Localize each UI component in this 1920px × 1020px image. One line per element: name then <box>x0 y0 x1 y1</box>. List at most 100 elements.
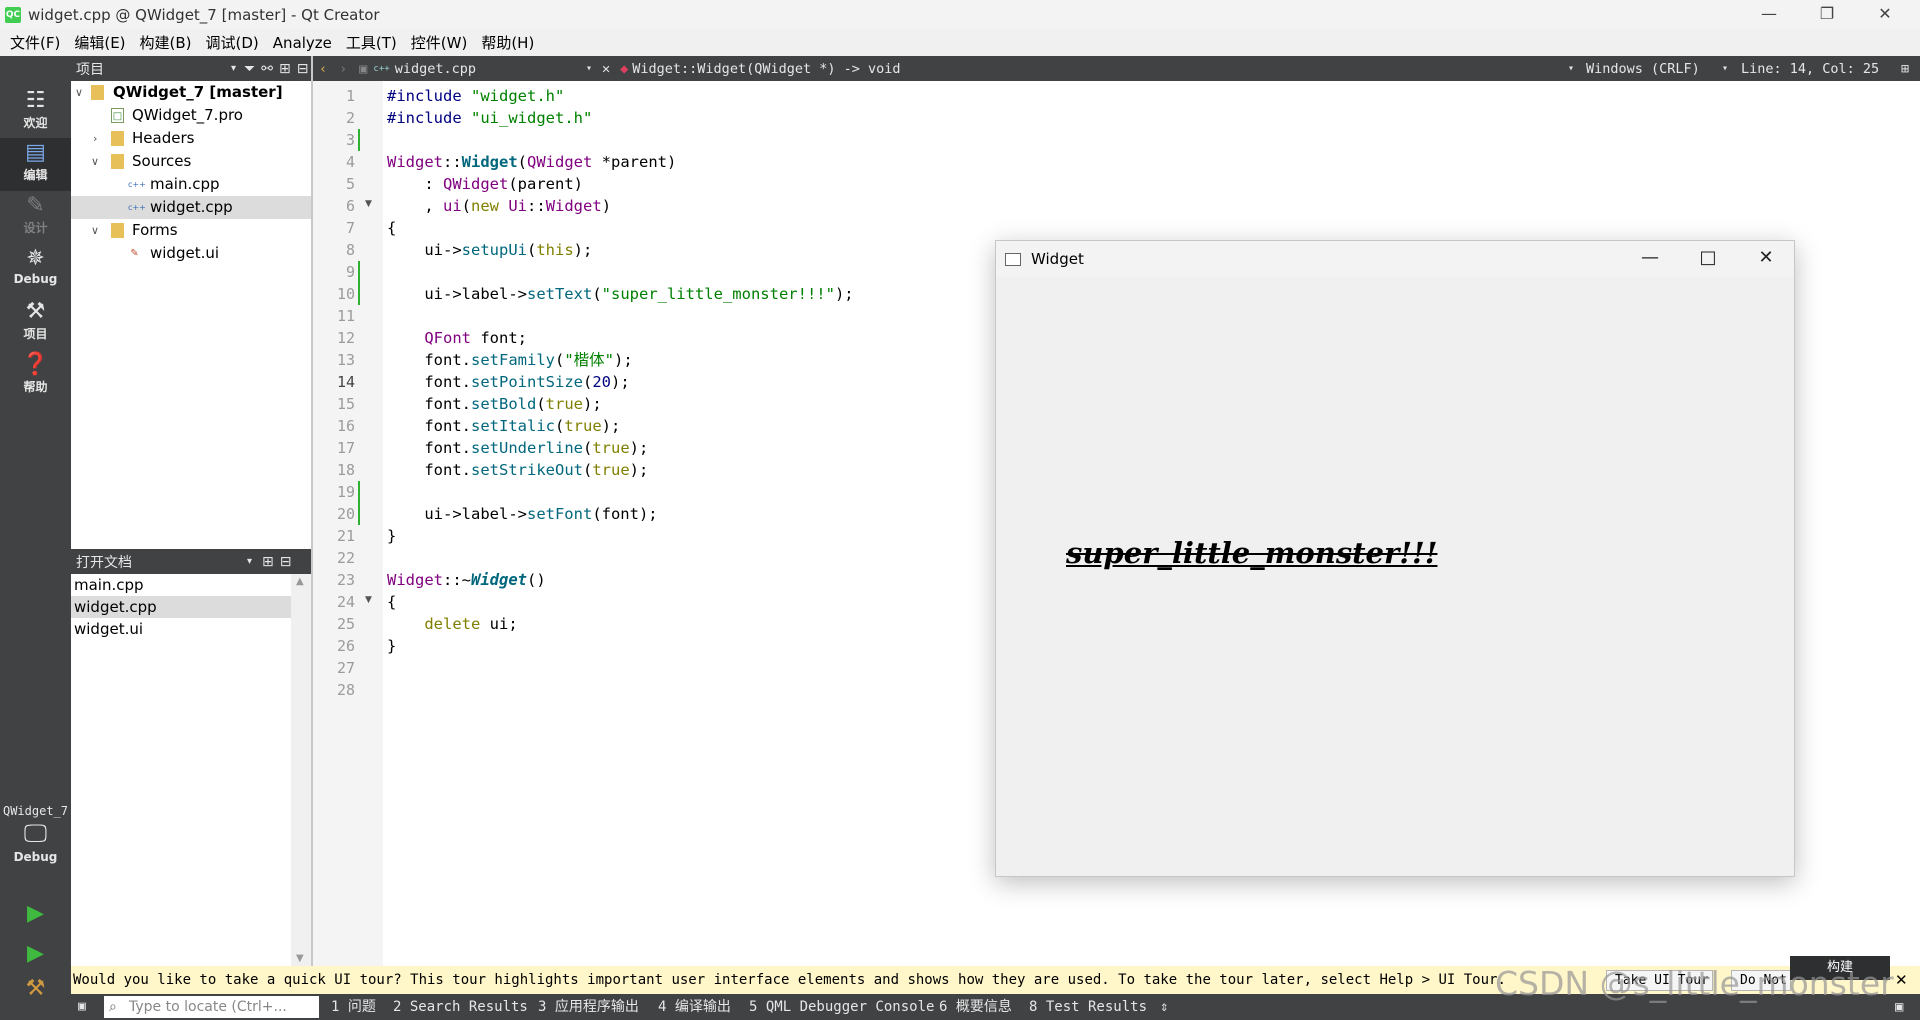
chevron-down-icon[interactable]: ∨ <box>91 219 99 242</box>
open-doc-item[interactable]: widget.ui <box>71 618 291 640</box>
line-number: 20 <box>336 505 355 523</box>
close-file-icon[interactable]: ✕ <box>602 61 610 77</box>
symbol-selector[interactable]: Widget::Widget(QWidget *) -> void <box>632 61 900 77</box>
more-panes-icon[interactable]: ⇕ <box>1160 994 1168 1020</box>
dropdown-icon[interactable]: ▾ <box>586 63 592 74</box>
pane-issues[interactable]: 1 问题 <box>331 994 376 1020</box>
menu-help[interactable]: 帮助(H) <box>474 32 541 53</box>
code-token: *parent) <box>592 153 677 171</box>
close-icon[interactable]: ✕ <box>1856 0 1914 29</box>
menu-edit[interactable]: 编辑(E) <box>67 32 132 53</box>
code-token: setupUi <box>461 241 527 259</box>
mode-help[interactable]: ❓ 帮助 <box>0 350 71 403</box>
close-icon[interactable]: ✕ <box>1737 241 1795 277</box>
tree-item-sources[interactable]: ∨ Sources <box>71 150 311 173</box>
maximize-icon[interactable]: □ <box>1679 241 1737 277</box>
dropdown-icon[interactable]: ▾ <box>247 556 252 567</box>
debug-run-icon[interactable]: ▶ <box>0 941 71 966</box>
back-icon[interactable]: ‹ <box>319 61 327 77</box>
dropdown-icon[interactable]: ▾ <box>231 63 236 74</box>
code-token: true <box>592 439 630 457</box>
tree-item-pro[interactable]: □ QWidget_7.pro <box>71 104 311 127</box>
chevron-down-icon[interactable]: ∨ <box>75 81 83 104</box>
code-line-17: font.setUnderline(true); <box>387 437 648 459</box>
filter-icon[interactable]: ⏷ <box>244 61 255 77</box>
scroll-up-icon[interactable]: ▲ <box>296 576 304 587</box>
dropdown-icon[interactable]: ▾ <box>1568 63 1574 74</box>
changed-line-marker <box>358 129 360 151</box>
toggle-panel-icon[interactable]: ▣ <box>1895 994 1903 1020</box>
monitor-icon: 🖵 <box>23 819 48 847</box>
open-doc-item[interactable]: main.cpp <box>71 574 291 596</box>
menu-controls[interactable]: 控件(W) <box>404 32 475 53</box>
menu-build[interactable]: 构建(B) <box>133 32 199 53</box>
code-token: ui-> <box>387 241 462 259</box>
tree-root[interactable]: ∨ QWidget_7 [master] <box>71 81 311 104</box>
project-view-selector[interactable]: 项目 <box>76 59 104 79</box>
menu-file[interactable]: 文件(F) <box>3 32 67 53</box>
code-token: setPointSize <box>471 373 583 391</box>
pane-compile-output[interactable]: 4 编译输出 <box>658 994 731 1020</box>
scroll-down-icon[interactable]: ▼ <box>296 953 304 964</box>
locator-input[interactable]: ⌕ Type to locate (Ctrl+... <box>104 996 319 1018</box>
tree-item-forms[interactable]: ∨ Forms <box>71 219 311 242</box>
minimize-icon[interactable]: — <box>1621 241 1679 277</box>
mode-label: 帮助 <box>23 380 48 394</box>
code-token: :: <box>443 153 462 171</box>
fold-arrow-icon[interactable]: ▼ <box>365 199 372 209</box>
toggle-sidebar-icon[interactable]: ▣ <box>78 994 86 1020</box>
pane-app-output[interactable]: 3 应用程序输出 <box>538 994 639 1020</box>
pane-qml-debugger[interactable]: 5 QML Debugger Console <box>749 994 934 1020</box>
line-number: 2 <box>345 109 355 127</box>
split-icon[interactable]: ⊞ <box>1901 61 1909 77</box>
mode-projects[interactable]: ⚒ 项目 <box>0 297 71 350</box>
kit-selector[interactable]: QWidget_7 🖵 Debug <box>0 804 71 894</box>
close-panel-icon[interactable]: ⊟ <box>297 61 309 77</box>
code-line-26: } <box>387 637 397 655</box>
restore-icon[interactable]: ❐ <box>1798 0 1856 29</box>
encoding-selector[interactable]: Windows (CRLF) <box>1586 61 1700 77</box>
menu-analyze[interactable]: Analyze <box>266 34 339 52</box>
watermark: CSDN @s_little_monster <box>1495 964 1894 1003</box>
line-number: 15 <box>336 395 355 413</box>
line-number: 21 <box>336 527 355 545</box>
current-file[interactable]: widget.cpp <box>395 61 476 77</box>
pane-search-results[interactable]: 2 Search Results <box>393 994 528 1020</box>
hammer-icon[interactable]: ⚒ <box>0 976 71 1001</box>
chevron-down-icon[interactable]: ∨ <box>91 150 99 173</box>
close-panel-icon[interactable]: ⊟ <box>280 554 292 570</box>
fold-arrow-icon[interactable]: ▼ <box>365 595 372 605</box>
menu-debug[interactable]: 调试(D) <box>199 32 266 53</box>
mode-design[interactable]: ✎ 设计 <box>0 191 71 244</box>
minimize-icon[interactable]: — <box>1740 0 1798 29</box>
tree-item-widget-ui[interactable]: ✎ widget.ui <box>71 242 311 265</box>
chevron-right-icon[interactable]: › <box>93 127 97 150</box>
tree-item-widget-cpp[interactable]: c++ widget.cpp <box>71 196 311 219</box>
pane-general-messages[interactable]: 6 概要信息 <box>939 994 1012 1020</box>
open-doc-item[interactable]: widget.cpp <box>71 596 291 618</box>
open-docs-scrollbar[interactable]: ▲ ▼ <box>291 574 311 966</box>
close-infobar-icon[interactable]: ✕ <box>1895 971 1908 989</box>
split-icon[interactable]: ⊞ <box>262 554 274 570</box>
mode-welcome[interactable]: ☷ 欢迎 <box>0 86 71 139</box>
cursor-position[interactable]: Line: 14, Col: 25 <box>1741 61 1879 77</box>
tree-item-headers[interactable]: › Headers <box>71 127 311 150</box>
forward-icon[interactable]: › <box>339 61 347 77</box>
link-icon[interactable]: ⚯ <box>261 61 273 77</box>
mode-edit[interactable]: ▤ 编辑 <box>0 138 71 191</box>
menu-tools[interactable]: 工具(T) <box>339 32 404 53</box>
mode-debug[interactable]: ✵ Debug <box>0 244 71 297</box>
dropdown-icon[interactable]: ▾ <box>1722 63 1728 74</box>
split-icon[interactable]: ⊞ <box>279 61 291 77</box>
tree-label: widget.cpp <box>150 198 233 216</box>
code-token: font. <box>387 395 471 413</box>
run-icon[interactable]: ▶ <box>0 901 71 926</box>
code-line-5: : QWidget(parent) <box>387 173 583 195</box>
code-token: : <box>387 175 443 193</box>
code-token: true <box>545 395 583 413</box>
tree-item-main-cpp[interactable]: c++ main.cpp <box>71 173 311 196</box>
pane-test-results[interactable]: 8 Test Results <box>1029 994 1147 1020</box>
code-token: QWidget <box>527 153 593 171</box>
code-token: ( <box>517 153 528 171</box>
code-token: Widget <box>387 571 443 589</box>
